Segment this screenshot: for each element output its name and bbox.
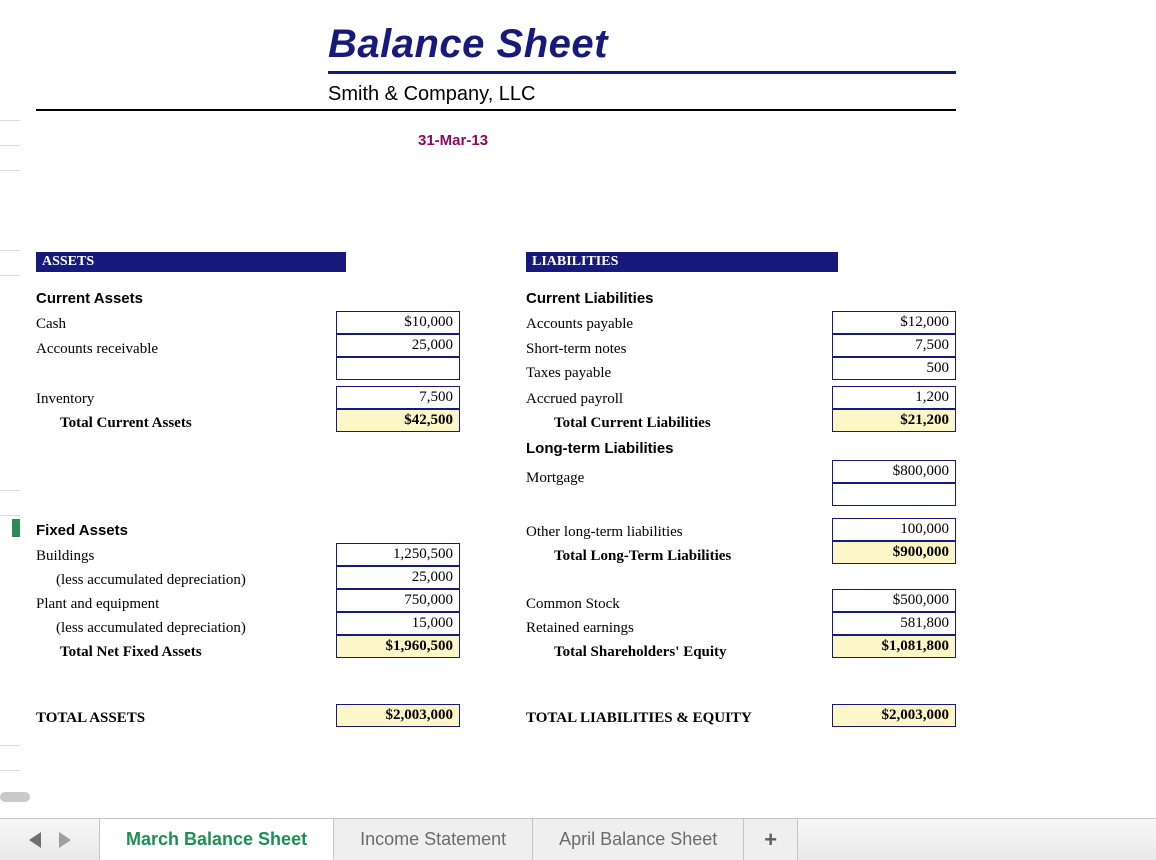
plant-value[interactable]: 750,000 bbox=[336, 589, 460, 612]
taxes-label: Taxes payable bbox=[526, 365, 611, 382]
buildings-value[interactable]: 1,250,500 bbox=[336, 543, 460, 566]
buildings-label: Buildings bbox=[36, 548, 94, 565]
total-current-liab-label: Total Current Liabilities bbox=[554, 415, 711, 432]
sheet-tab-bar: March Balance Sheet Income Statement Apr… bbox=[0, 818, 1156, 860]
total-equity-label: Total Shareholders' Equity bbox=[554, 644, 727, 661]
company-rule bbox=[36, 109, 956, 111]
total-le-label: TOTAL LIABILITIES & EQUITY bbox=[526, 710, 752, 727]
taxes-value[interactable]: 500 bbox=[832, 357, 956, 380]
horizontal-scrollbar[interactable] bbox=[0, 792, 30, 802]
dep1-value[interactable]: 25,000 bbox=[336, 566, 460, 589]
other-lt-label: Other long-term liabilities bbox=[526, 524, 683, 541]
stn-value[interactable]: 7,500 bbox=[832, 334, 956, 357]
ar-value[interactable]: 25,000 bbox=[336, 334, 460, 357]
tab-income-statement[interactable]: Income Statement bbox=[334, 819, 533, 860]
company-name: Smith & Company, LLC bbox=[328, 83, 536, 106]
mortgage-label: Mortgage bbox=[526, 470, 584, 487]
cash-value[interactable]: $10,000 bbox=[336, 311, 460, 334]
ap-value[interactable]: $12,000 bbox=[832, 311, 956, 334]
inventory-label: Inventory bbox=[36, 391, 94, 408]
total-current-liab-value[interactable]: $21,200 bbox=[832, 409, 956, 432]
ap-label: Accounts payable bbox=[526, 316, 633, 333]
payroll-label: Accrued payroll bbox=[526, 391, 623, 408]
other-lt-value[interactable]: 100,000 bbox=[832, 518, 956, 541]
fixed-assets-heading: Fixed Assets bbox=[36, 522, 128, 539]
title-rule bbox=[328, 71, 956, 74]
liabilities-header: LIABILITIES bbox=[526, 252, 838, 272]
current-liabilities-heading: Current Liabilities bbox=[526, 290, 654, 307]
page-title: Balance Sheet bbox=[328, 22, 608, 67]
tab-add-button[interactable]: + bbox=[744, 819, 798, 860]
plant-label: Plant and equipment bbox=[36, 596, 159, 613]
total-fixed-label: Total Net Fixed Assets bbox=[60, 644, 202, 661]
current-assets-heading: Current Assets bbox=[36, 290, 143, 307]
payroll-value[interactable]: 1,200 bbox=[832, 386, 956, 409]
row-selection-mark bbox=[12, 519, 20, 537]
total-le-value[interactable]: $2,003,000 bbox=[832, 704, 956, 727]
cash-label: Cash bbox=[36, 316, 66, 333]
inventory-value[interactable]: 7,500 bbox=[336, 386, 460, 409]
tab-march-balance-sheet[interactable]: March Balance Sheet bbox=[100, 819, 334, 860]
longterm-liab-heading: Long-term Liabilities bbox=[526, 440, 674, 457]
blank-cell-liab[interactable] bbox=[832, 483, 956, 506]
total-lt-value[interactable]: $900,000 bbox=[832, 541, 956, 564]
ar-label: Accounts receivable bbox=[36, 341, 158, 358]
retained-label: Retained earnings bbox=[526, 620, 634, 637]
blank-cell-assets[interactable] bbox=[336, 357, 460, 380]
total-assets-label: TOTAL ASSETS bbox=[36, 710, 145, 727]
total-fixed-value[interactable]: $1,960,500 bbox=[336, 635, 460, 658]
dep2-value[interactable]: 15,000 bbox=[336, 612, 460, 635]
tab-april-balance-sheet[interactable]: April Balance Sheet bbox=[533, 819, 744, 860]
assets-header: ASSETS bbox=[36, 252, 346, 272]
tab-next-icon[interactable] bbox=[59, 832, 71, 848]
row-gutter bbox=[0, 0, 20, 790]
stn-label: Short-term notes bbox=[526, 341, 626, 358]
dep1-label: (less accumulated depreciation) bbox=[56, 572, 246, 589]
mortgage-value[interactable]: $800,000 bbox=[832, 460, 956, 483]
total-current-assets-value[interactable]: $42,500 bbox=[336, 409, 460, 432]
sheet-content: Balance Sheet Smith & Company, LLC 31-Ma… bbox=[20, 0, 1150, 790]
dep2-label: (less accumulated depreciation) bbox=[56, 620, 246, 637]
total-assets-value[interactable]: $2,003,000 bbox=[336, 704, 460, 727]
tab-nav bbox=[0, 819, 100, 860]
total-lt-label: Total Long-Term Liabilities bbox=[554, 548, 731, 565]
total-current-assets-label: Total Current Assets bbox=[60, 415, 192, 432]
retained-value[interactable]: 581,800 bbox=[832, 612, 956, 635]
sheet-date: 31-Mar-13 bbox=[418, 132, 488, 149]
common-stock-value[interactable]: $500,000 bbox=[832, 589, 956, 612]
tab-prev-icon[interactable] bbox=[29, 832, 41, 848]
total-equity-value[interactable]: $1,081,800 bbox=[832, 635, 956, 658]
common-stock-label: Common Stock bbox=[526, 596, 620, 613]
